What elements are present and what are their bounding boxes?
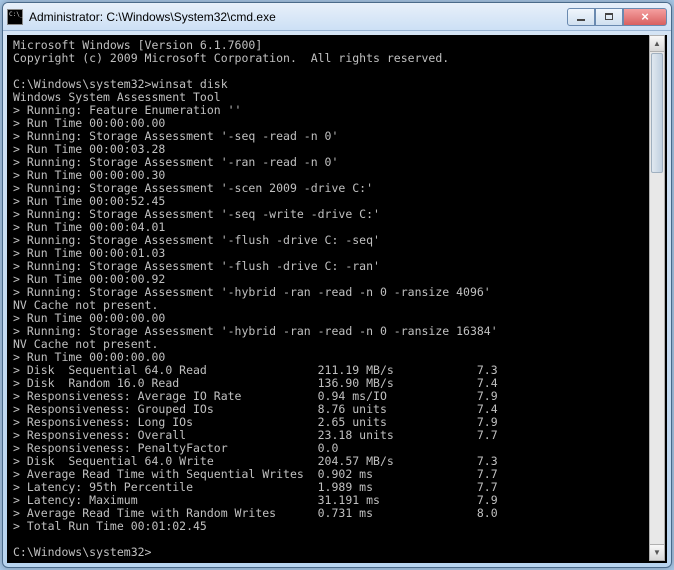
scroll-up-button[interactable]: ▲ [650,36,664,52]
scroll-thumb[interactable] [651,53,663,173]
cmd-window: Administrator: C:\Windows\System32\cmd.e… [2,2,672,568]
console-output[interactable]: Microsoft Windows [Version 6.1.7600] Cop… [7,35,667,563]
vertical-scrollbar[interactable]: ▲ ▼ [649,35,665,561]
close-icon: × [641,9,649,24]
close-button[interactable]: × [623,8,667,26]
title-bar[interactable]: Administrator: C:\Windows\System32\cmd.e… [3,3,671,31]
maximize-button[interactable] [595,8,623,26]
window-controls: × [567,8,667,26]
scroll-down-button[interactable]: ▼ [650,544,664,560]
window-title: Administrator: C:\Windows\System32\cmd.e… [29,10,567,24]
minimize-button[interactable] [567,8,595,26]
maximize-icon [605,13,613,20]
minimize-icon [577,19,585,21]
cmd-icon [7,9,23,25]
